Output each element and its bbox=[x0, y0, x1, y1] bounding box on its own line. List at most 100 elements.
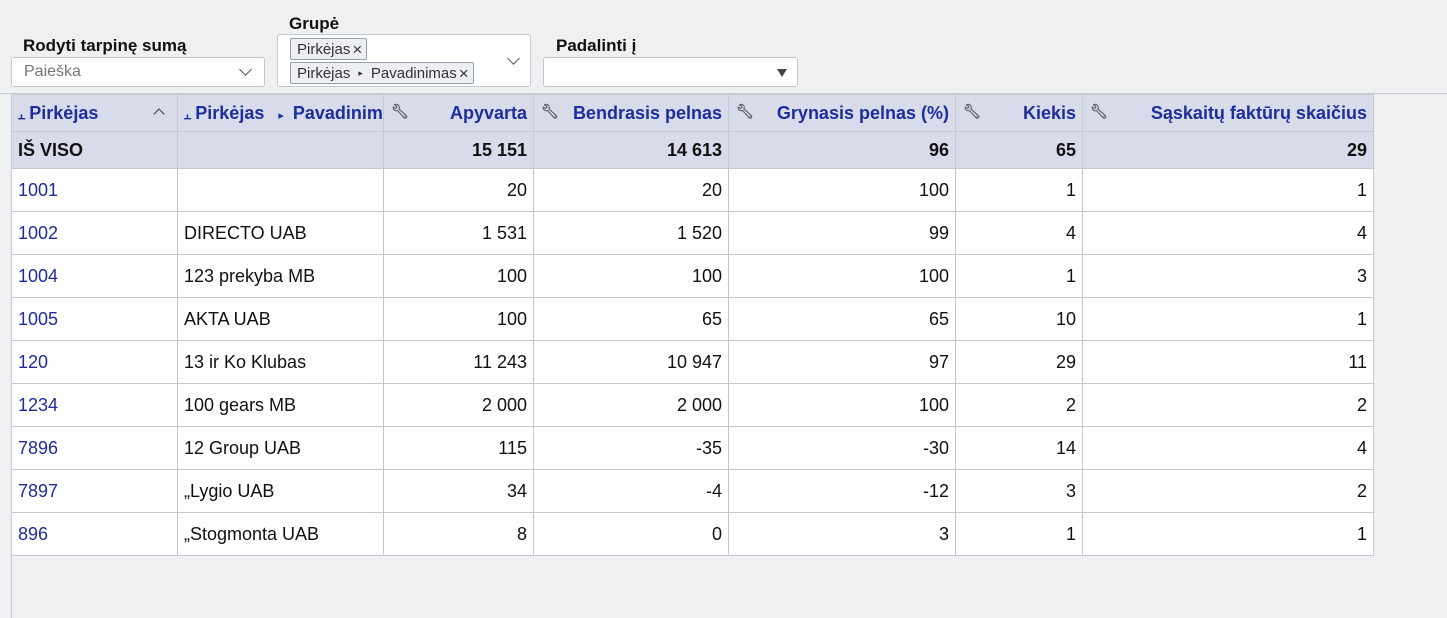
dropdown-triangle-icon[interactable] bbox=[777, 69, 787, 77]
cell-bendrasis: -4 bbox=[533, 469, 729, 513]
cell-kiekis: 3 bbox=[955, 469, 1083, 513]
chip-label: Pirkėjas bbox=[297, 65, 351, 82]
sort-ascending-icon[interactable] bbox=[153, 108, 165, 120]
column-header-apyvarta[interactable]: 🔧︎ Apyvarta bbox=[383, 94, 534, 132]
buyer-id-link[interactable]: 1005 bbox=[11, 297, 178, 341]
header-label: Sąskaitų faktūrų skaičius bbox=[1150, 102, 1367, 123]
cell-apyvarta: 20 bbox=[383, 168, 534, 212]
wrench-icon[interactable]: 🔧︎ bbox=[541, 103, 559, 120]
column-header-kiekis[interactable]: 🔧︎ Kiekis bbox=[955, 94, 1083, 132]
table-row[interactable]: 1002 DIRECTO UAB 1 531 1 520 99 4 4 bbox=[11, 211, 1374, 255]
cell-bendrasis: 65 bbox=[533, 297, 729, 341]
cell-saskaitos: 1 bbox=[1082, 512, 1374, 556]
chevron-down-icon[interactable] bbox=[507, 52, 520, 65]
group-chip-pirkejas[interactable]: Pirkėjas × bbox=[290, 38, 368, 60]
column-header-grynasis-pelnas[interactable]: 🔧︎ Grynasis pelnas (%) bbox=[728, 94, 956, 132]
wrench-icon[interactable]: 🔧︎ bbox=[963, 103, 981, 120]
cell-grynasis: 100 bbox=[728, 168, 956, 212]
cell-kiekis: 29 bbox=[955, 340, 1083, 384]
group-label: Grupė bbox=[289, 14, 340, 33]
buyer-id-link[interactable]: 7897 bbox=[11, 469, 178, 513]
cell-kiekis: 10 bbox=[955, 297, 1083, 341]
table-row[interactable]: 7897 „Lygio UAB 34 -4 -12 3 2 bbox=[11, 469, 1374, 513]
close-icon[interactable]: × bbox=[459, 65, 469, 82]
table-row[interactable]: 120 13 ir Ko Klubas 11 243 10 947 97 29 11 bbox=[11, 340, 1374, 384]
column-header-bendrasis-pelnas[interactable]: 🔧︎ Bendrasis pelnas bbox=[533, 94, 729, 132]
divider bbox=[11, 555, 12, 618]
cell-grynasis: 99 bbox=[728, 211, 956, 255]
cell-bendrasis: 100 bbox=[533, 254, 729, 298]
cell-grynasis: 100 bbox=[728, 254, 956, 298]
total-apyvarta: 15 151 bbox=[383, 131, 534, 169]
cell-grynasis: -12 bbox=[728, 469, 956, 513]
pin-icon[interactable]: ⫠ bbox=[18, 108, 25, 122]
total-bendrasis: 14 613 bbox=[533, 131, 729, 169]
cell-apyvarta: 11 243 bbox=[383, 340, 534, 384]
cell-apyvarta: 100 bbox=[383, 254, 534, 298]
column-header-pirkejas[interactable]: ⫠ Pirkėjas bbox=[11, 94, 178, 132]
buyer-name: „Stogmonta UAB bbox=[177, 512, 384, 556]
buyer-id-link[interactable]: 896 bbox=[11, 512, 178, 556]
cell-grynasis: 100 bbox=[728, 383, 956, 427]
buyer-id-link[interactable]: 7896 bbox=[11, 426, 178, 470]
column-header-saskaitos[interactable]: 🔧︎ Sąskaitų faktūrų skaičius bbox=[1082, 94, 1374, 132]
cell-saskaitos: 11 bbox=[1082, 340, 1374, 384]
cell-apyvarta: 1 531 bbox=[383, 211, 534, 255]
caret-right-icon: ▸ bbox=[278, 109, 284, 122]
total-saskaitos: 29 bbox=[1082, 131, 1374, 169]
buyer-id-link[interactable]: 1001 bbox=[11, 168, 178, 212]
wrench-icon[interactable]: 🔧︎ bbox=[1090, 103, 1108, 120]
cell-saskaitos: 1 bbox=[1082, 168, 1374, 212]
cell-apyvarta: 34 bbox=[383, 469, 534, 513]
header-row: ⫠ Pirkėjas ⫠ Pirkėjas ▸ Pavadinimas 🔧︎ Apyva… bbox=[11, 94, 1374, 132]
column-header-pirkejas-pavadinimas[interactable]: ⫠ Pirkėjas ▸ Pavadinimas bbox=[177, 94, 384, 132]
total-name bbox=[177, 131, 384, 169]
chip-label: Pavadinimas bbox=[370, 65, 457, 82]
table-row[interactable]: 1005 AKTA UAB 100 65 65 10 1 bbox=[11, 297, 1374, 341]
buyer-id-link[interactable]: 1004 bbox=[11, 254, 178, 298]
caret-right-icon: ▸ bbox=[358, 68, 363, 78]
cell-grynasis: 3 bbox=[728, 512, 956, 556]
cell-bendrasis: 10 947 bbox=[533, 340, 729, 384]
total-label: IŠ VISO bbox=[11, 131, 178, 169]
cell-grynasis: 97 bbox=[728, 340, 956, 384]
cell-kiekis: 1 bbox=[955, 254, 1083, 298]
group-multiselect[interactable]: Pirkėjas × Pirkėjas ▸ Pavadinimas × bbox=[277, 34, 531, 87]
search-placeholder: Paieška bbox=[24, 63, 81, 80]
cell-kiekis: 14 bbox=[955, 426, 1083, 470]
buyer-name: „Lygio UAB bbox=[177, 469, 384, 513]
cell-kiekis: 2 bbox=[955, 383, 1083, 427]
total-row: IŠ VISO 15 151 14 613 96 65 29 bbox=[11, 131, 1374, 169]
table-row[interactable]: 1234 100 gears MB 2 000 2 000 100 2 2 bbox=[11, 383, 1374, 427]
buyer-id-link[interactable]: 120 bbox=[11, 340, 178, 384]
table-row[interactable]: 896 „Stogmonta UAB 8 0 3 1 1 bbox=[11, 512, 1374, 556]
subtotal-search-select[interactable]: Paieška bbox=[11, 57, 265, 87]
cell-bendrasis: 0 bbox=[533, 512, 729, 556]
buyer-name: 12 Group UAB bbox=[177, 426, 384, 470]
wrench-icon[interactable]: 🔧︎ bbox=[391, 103, 409, 120]
pin-icon[interactable]: ⫠ bbox=[184, 108, 191, 122]
table-row[interactable]: 1004 123 prekyba MB 100 100 100 1 3 bbox=[11, 254, 1374, 298]
buyer-name bbox=[177, 168, 384, 212]
buyer-name: 13 ir Ko Klubas bbox=[177, 340, 384, 384]
cell-saskaitos: 1 bbox=[1082, 297, 1374, 341]
subtotal-label: Rodyti tarpinę sumą bbox=[23, 36, 187, 55]
cell-grynasis: 65 bbox=[728, 297, 956, 341]
chevron-down-icon[interactable] bbox=[239, 63, 252, 76]
header-label: Pavadinimas bbox=[292, 102, 383, 123]
chip-label: Pirkėjas bbox=[297, 41, 351, 58]
cell-saskaitos: 3 bbox=[1082, 254, 1374, 298]
cell-apyvarta: 8 bbox=[383, 512, 534, 556]
group-chip-pirkejas-pavadinimas[interactable]: Pirkėjas ▸ Pavadinimas × bbox=[290, 62, 474, 84]
close-icon[interactable]: × bbox=[352, 41, 362, 58]
table-row[interactable]: 7896 12 Group UAB 115 -35 -30 14 4 bbox=[11, 426, 1374, 470]
cell-kiekis: 1 bbox=[955, 512, 1083, 556]
wrench-icon[interactable]: 🔧︎ bbox=[736, 103, 754, 120]
buyer-id-link[interactable]: 1002 bbox=[11, 211, 178, 255]
table-row[interactable]: 1001 20 20 100 1 1 bbox=[11, 168, 1374, 212]
cell-saskaitos: 2 bbox=[1082, 469, 1374, 513]
buyer-id-link[interactable]: 1234 bbox=[11, 383, 178, 427]
split-select[interactable] bbox=[543, 57, 798, 87]
cell-apyvarta: 100 bbox=[383, 297, 534, 341]
total-kiekis: 65 bbox=[955, 131, 1083, 169]
